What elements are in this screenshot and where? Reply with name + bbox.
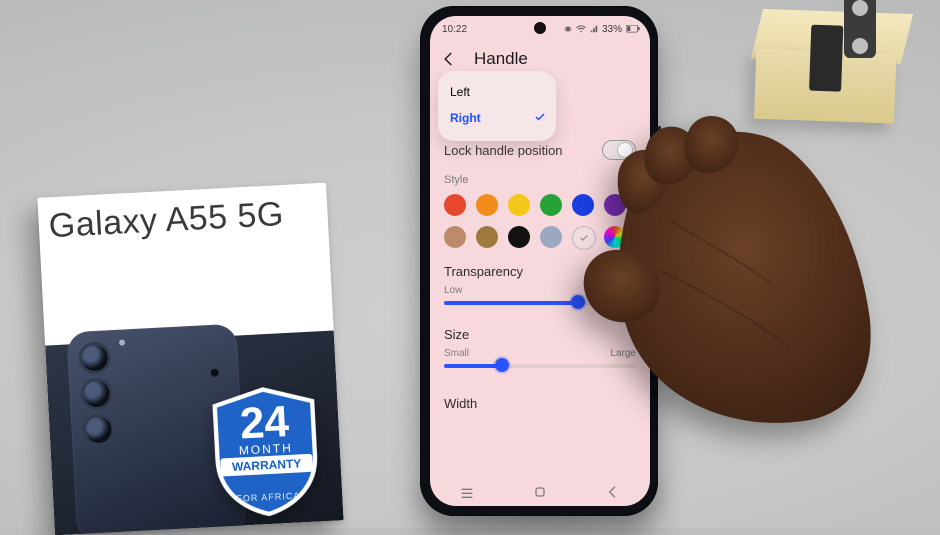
phone-side-button-2 xyxy=(658,182,661,252)
product-box-title: Galaxy A55 5G xyxy=(48,193,319,246)
product-box: Galaxy A55 5G 24 MONTH WARRANTY FOR AFRI… xyxy=(37,183,343,535)
phone: 10:22 33% Handle Left Right xyxy=(420,6,658,516)
phone-screen: 10:22 33% Handle Left Right xyxy=(430,16,650,506)
warranty-shield: 24 MONTH WARRANTY FOR AFRICA xyxy=(207,383,326,519)
position-popover: Left Right xyxy=(438,71,556,141)
product-box-render: 24 MONTH WARRANTY FOR AFRICA xyxy=(45,330,344,535)
punch-hole-camera xyxy=(534,22,546,34)
popover-option-left[interactable]: Left xyxy=(450,79,546,105)
popover-option-right[interactable]: Right xyxy=(450,105,546,131)
metal-hinge xyxy=(844,0,876,58)
phone-side-button xyxy=(658,126,661,170)
popover-option-left-label: Left xyxy=(450,85,470,99)
check-icon xyxy=(534,111,546,126)
popover-option-right-label: Right xyxy=(450,111,481,125)
